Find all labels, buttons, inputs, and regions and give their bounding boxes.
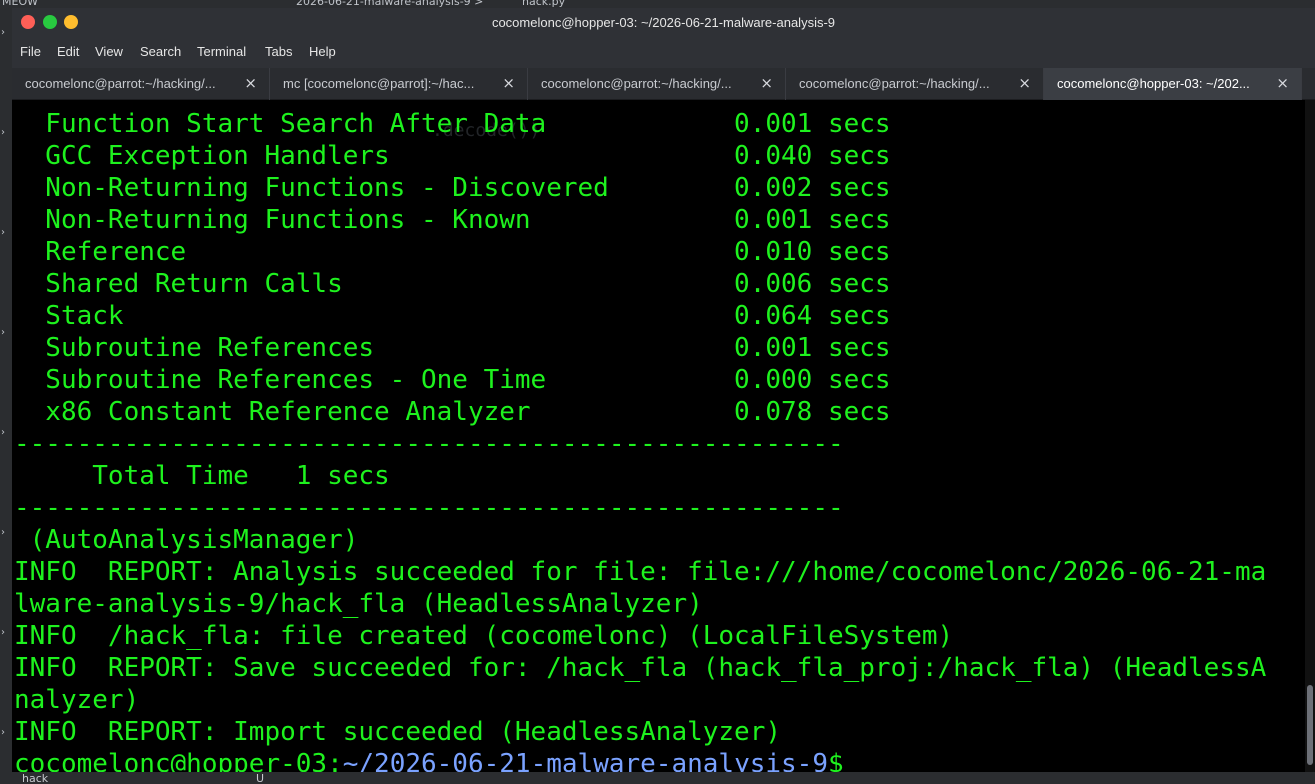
terminal-tab[interactable]: cocomelonc@parrot:~/hacking/... ×	[528, 68, 786, 100]
background-breadcrumb: 2026-06-21-malware-analysis-9 >	[296, 0, 484, 8]
output-line: GCC Exception Handlers 0.040 secs	[14, 141, 891, 171]
prompt-path: ~/2026-06-21-malware-analysis-9	[342, 749, 828, 772]
output-line: Subroutine References 0.001 secs	[14, 333, 891, 363]
output-line: INFO REPORT: Analysis succeeded for file…	[14, 557, 1267, 587]
close-icon[interactable]: ×	[1276, 74, 1289, 92]
menu-tabs[interactable]: Tabs	[265, 44, 292, 59]
separator-line: ----------------------------------------…	[14, 493, 844, 523]
tab-label: cocomelonc@parrot:~/hacking/...	[541, 76, 732, 91]
output-line: Reference 0.010 secs	[14, 237, 891, 267]
output-line: (AutoAnalysisManager)	[14, 525, 359, 555]
terminal-tab[interactable]: mc [cocomelonc@parrot]:~/hac... ×	[270, 68, 528, 100]
menu-view[interactable]: View	[95, 44, 123, 59]
background-editor-topbar: MEOW 2026-06-21-malware-analysis-9 > hac…	[0, 0, 1315, 8]
close-icon[interactable]: ×	[244, 74, 257, 92]
output-line: Non-Returning Functions - Known 0.001 se…	[14, 205, 891, 235]
chevron-right-icon: ›	[1, 527, 5, 538]
chevron-right-icon: ›	[1, 627, 5, 638]
output-line: nalyzer)	[14, 685, 140, 715]
menu-terminal[interactable]: Terminal	[197, 44, 246, 59]
prompt-colon: :	[327, 749, 343, 772]
close-icon[interactable]: ×	[502, 74, 515, 92]
separator-line: ----------------------------------------…	[14, 429, 844, 459]
chevron-right-icon: ›	[1, 127, 5, 138]
background-file-status: U	[256, 772, 265, 784]
scrollbar-thumb[interactable]	[1307, 685, 1313, 765]
shell-prompt[interactable]: cocomelonc@hopper-03:~/2026-06-21-malwar…	[14, 748, 844, 772]
menu-help[interactable]: Help	[309, 44, 336, 59]
background-file-item: hack	[22, 772, 49, 784]
chevron-right-icon: ›	[1, 227, 5, 238]
terminal-window: cocomelonc@hopper-03: ~/2026-06-21-malwa…	[12, 8, 1315, 772]
output-line: INFO /hack_fla: file created (cocomelonc…	[14, 621, 954, 651]
window-title: cocomelonc@hopper-03: ~/2026-06-21-malwa…	[491, 15, 836, 30]
terminal-tab[interactable]: cocomelonc@parrot:~/hacking/... ×	[786, 68, 1044, 100]
menu-bar: File Edit View Search Terminal Tabs Help	[12, 38, 1315, 68]
chevron-right-icon: ›	[1, 427, 5, 438]
output-line: Stack 0.064 secs	[14, 301, 891, 331]
tab-label: cocomelonc@parrot:~/hacking/...	[799, 76, 990, 91]
menu-search[interactable]: Search	[140, 44, 181, 59]
output-line: lware-analysis-9/hack_fla (HeadlessAnaly…	[14, 589, 703, 619]
title-bar: cocomelonc@hopper-03: ~/2026-06-21-malwa…	[12, 8, 1315, 38]
terminal-tab-active[interactable]: cocomelonc@hopper-03: ~/202... ×	[1044, 68, 1302, 100]
chevron-right-icon: ›	[1, 327, 5, 338]
output-line: INFO REPORT: Save succeeded for: /hack_f…	[14, 653, 1267, 683]
background-app-label: MEOW	[2, 0, 38, 8]
tab-bar: cocomelonc@parrot:~/hacking/... × mc [co…	[12, 68, 1315, 100]
terminal-scrollbar[interactable]	[1305, 100, 1315, 772]
chevron-right-icon: ›	[1, 27, 5, 38]
output-line: INFO REPORT: Import succeeded (HeadlessA…	[14, 717, 782, 747]
background-file-tab: hack.py	[522, 0, 566, 8]
output-line: Function Start Search After Data 0.001 s…	[14, 109, 891, 139]
tab-label: cocomelonc@hopper-03: ~/202...	[1057, 76, 1250, 91]
output-line: Non-Returning Functions - Discovered 0.0…	[14, 173, 891, 203]
terminal-output[interactable]: .decode()) Function Start Search After D…	[12, 100, 1315, 772]
close-icon[interactable]: ×	[1018, 74, 1031, 92]
tab-label: cocomelonc@parrot:~/hacking/...	[25, 76, 216, 91]
close-icon[interactable]: ×	[760, 74, 773, 92]
tab-label: mc [cocomelonc@parrot]:~/hac...	[283, 76, 475, 91]
menu-file[interactable]: File	[20, 44, 41, 59]
menu-edit[interactable]: Edit	[57, 44, 79, 59]
prompt-user-host: cocomelonc@hopper-03	[14, 749, 328, 772]
terminal-tab[interactable]: cocomelonc@parrot:~/hacking/... ×	[12, 68, 270, 100]
background-explorer-bottom: hack U	[0, 772, 1315, 784]
output-line: Total Time 1 secs	[14, 461, 390, 491]
output-line: x86 Constant Reference Analyzer 0.078 se…	[14, 397, 891, 427]
background-explorer-strip: › › › › › › › ›	[0, 8, 12, 784]
output-line: Shared Return Calls 0.006 secs	[14, 269, 891, 299]
chevron-right-icon: ›	[1, 727, 5, 738]
output-line: Subroutine References - One Time 0.000 s…	[14, 365, 891, 395]
prompt-dollar: $	[828, 749, 844, 772]
